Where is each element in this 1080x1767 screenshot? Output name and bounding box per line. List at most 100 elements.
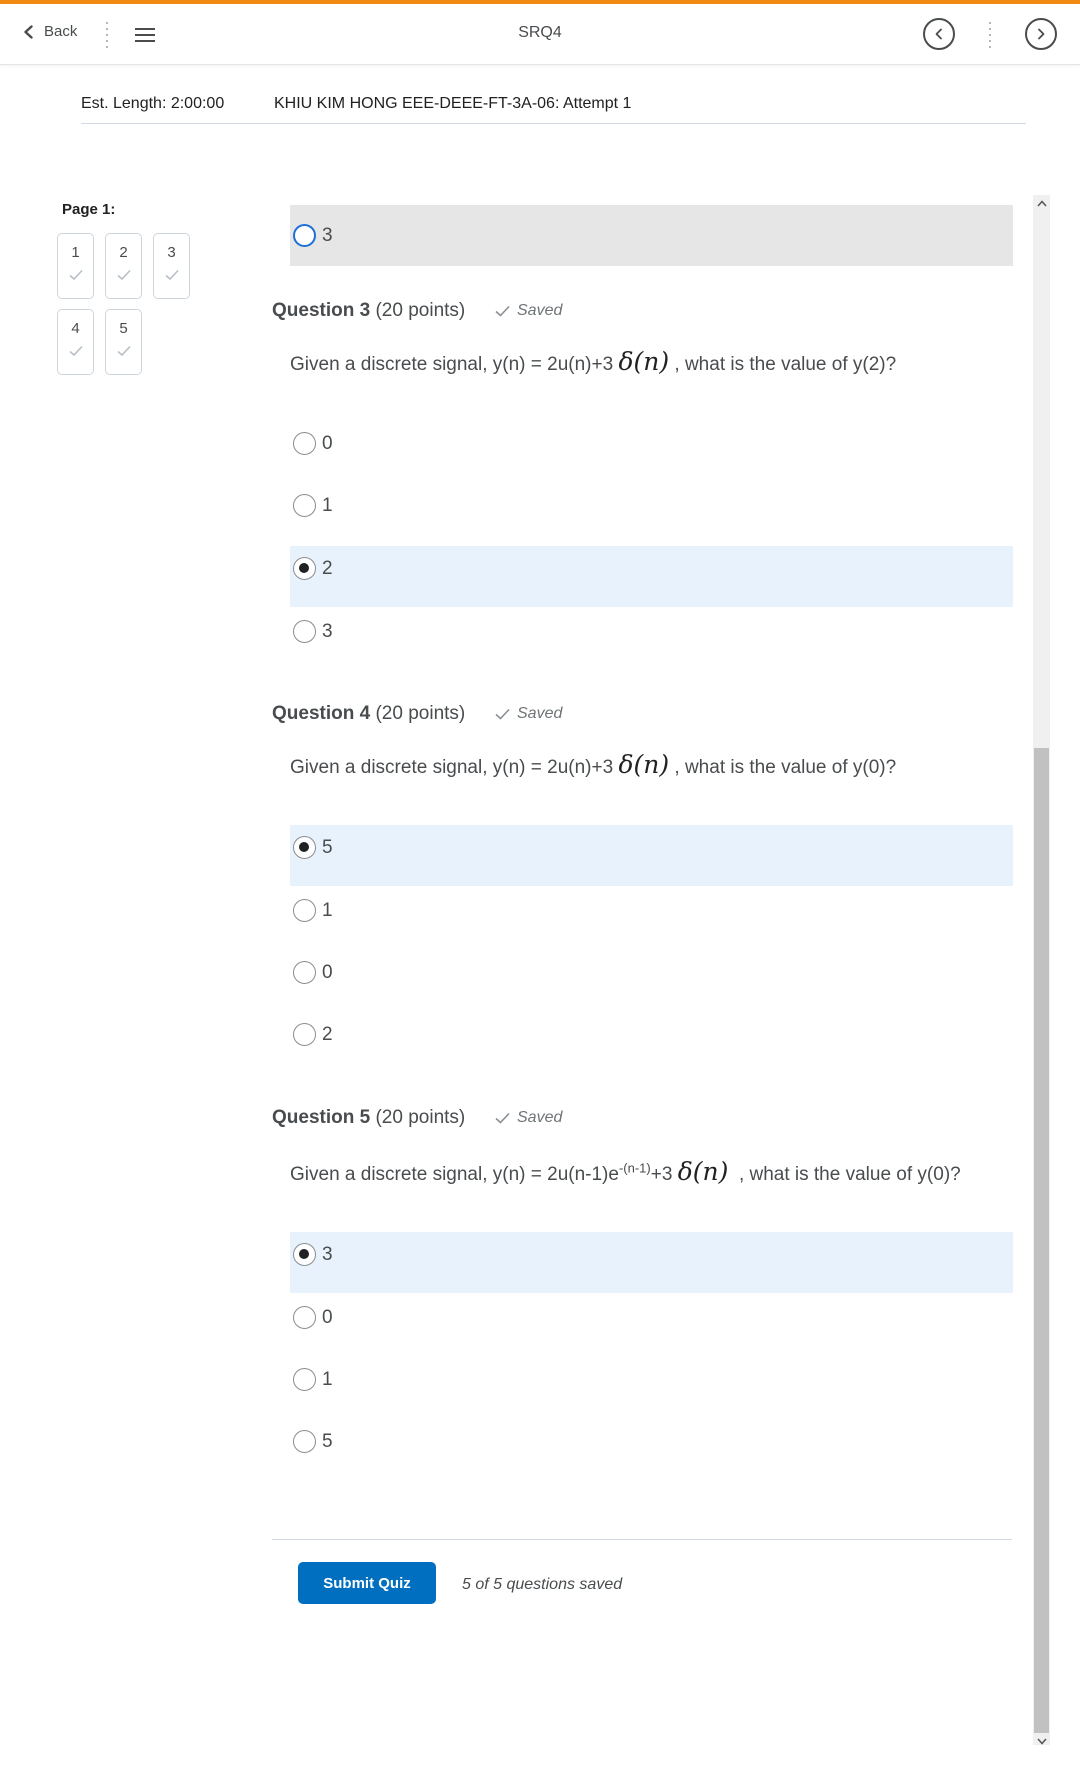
saved-label: Saved (517, 705, 563, 722)
question-nav-number: 4 (71, 320, 80, 337)
checkmark-icon (164, 269, 179, 281)
option-label: 0 (322, 433, 333, 454)
estimated-length: Est. Length: 2:00:00 (81, 95, 225, 112)
answer-option[interactable]: 1 (290, 475, 1013, 536)
saved-status: Saved (495, 302, 562, 320)
radio-button[interactable] (293, 1023, 316, 1046)
radio-button[interactable] (293, 224, 316, 247)
scrollbar-thumb[interactable] (1034, 748, 1049, 1733)
scroll-up-arrow-icon[interactable] (1033, 195, 1050, 211)
question-nav-3[interactable]: 3 (153, 233, 190, 299)
answer-option[interactable]: 1 (290, 1349, 1013, 1410)
next-page-button[interactable] (1025, 18, 1057, 50)
option-label: 0 (322, 1307, 333, 1328)
question-text: Given a discrete signal, y(n) = 2u(n)+3 … (290, 347, 896, 376)
radio-button[interactable] (293, 899, 316, 922)
radio-button[interactable] (293, 1306, 316, 1329)
radio-button[interactable] (293, 620, 316, 643)
divider-dots (988, 22, 992, 48)
question-nav-number: 1 (71, 244, 80, 261)
delta-function: δ(n) (677, 1157, 729, 1186)
delta-function: δ(n) (618, 750, 670, 779)
option-label: 2 (322, 1024, 333, 1045)
question-text-part: , what is the value of y(0)? (674, 757, 897, 778)
answer-option-selected[interactable]: 2 (290, 546, 1013, 607)
option-label: 1 (322, 1369, 333, 1390)
question-text-part: +3 (650, 1164, 673, 1185)
option-label: 2 (322, 558, 333, 579)
question-nav-5[interactable]: 5 (105, 309, 142, 375)
radio-button[interactable] (293, 432, 316, 455)
scroll-down-arrow-icon[interactable] (1033, 1733, 1050, 1749)
saved-label: Saved (517, 302, 563, 319)
saved-status: Saved (495, 705, 562, 723)
option-label: 1 (322, 900, 333, 921)
option-label: 3 (322, 1244, 333, 1265)
page-title: SRQ4 (518, 24, 562, 41)
submit-quiz-button[interactable]: Submit Quiz (298, 1562, 436, 1604)
answer-option-selected[interactable]: 5 (290, 825, 1013, 886)
top-navigation-bar: Back SRQ4 (0, 4, 1080, 65)
question-nav-2[interactable]: 2 (105, 233, 142, 299)
question-text-part: , what is the value of y(2)? (674, 354, 897, 375)
question-nav-number: 3 (167, 244, 176, 261)
question-heading: Question 4 (20 points) (272, 703, 465, 725)
chevron-right-icon (1038, 28, 1045, 40)
radio-button[interactable] (293, 494, 316, 517)
radio-button[interactable] (293, 1368, 316, 1391)
question-text-part: Given a discrete signal, y(n) = 2u(n-1)e (290, 1164, 619, 1185)
option-label: 0 (322, 962, 333, 983)
option-label: 5 (322, 1431, 333, 1452)
saved-status: Saved (495, 1109, 562, 1127)
checkmark-icon (495, 1112, 510, 1124)
question-points: (20 points) (375, 703, 466, 724)
checkmark-icon (495, 708, 510, 720)
answer-option[interactable]: 3 (290, 601, 1013, 662)
radio-button-checked[interactable] (293, 1243, 316, 1266)
questions-saved-status: 5 of 5 questions saved (462, 1576, 623, 1593)
answer-option[interactable]: 0 (290, 413, 1013, 474)
question-text-part: Given a discrete signal, y(n) = 2u(n)+3 (290, 354, 614, 375)
checkmark-icon (68, 345, 83, 357)
option-label: 5 (322, 837, 333, 858)
chevron-left-icon (935, 28, 942, 40)
answer-option[interactable]: 0 (290, 942, 1013, 1003)
answer-option[interactable]: 3 (290, 205, 1013, 266)
question-text-part: Given a discrete signal, y(n) = 2u(n)+3 (290, 757, 614, 778)
question-nav-4[interactable]: 4 (57, 309, 94, 375)
question-title: Question 5 (272, 1107, 371, 1128)
attempt-title: KHIU KIM HONG EEE-DEEE-FT-3A-06: Attempt… (274, 95, 632, 112)
question-heading: Question 3 (20 points) (272, 300, 465, 322)
question-nav-1[interactable]: 1 (57, 233, 94, 299)
question-title: Question 3 (272, 300, 371, 321)
option-label: 1 (322, 495, 333, 516)
exponent: -(n-1) (618, 1160, 651, 1176)
checkmark-icon (116, 345, 131, 357)
answer-option[interactable]: 2 (290, 1004, 1013, 1065)
question-text-part: , what is the value of y(0)? (738, 1164, 961, 1185)
question-text: Given a discrete signal, y(n) = 2u(n-1)e… (290, 1157, 961, 1186)
question-heading: Question 5 (20 points) (272, 1107, 465, 1129)
radio-button-checked[interactable] (293, 836, 316, 859)
delta-function: δ(n) (618, 347, 670, 376)
radio-button[interactable] (293, 961, 316, 984)
answer-option[interactable]: 1 (290, 880, 1013, 941)
option-label: 3 (322, 621, 333, 642)
footer-divider (272, 1539, 1012, 1540)
option-label: 3 (322, 225, 333, 246)
question-nav-number: 5 (119, 320, 128, 337)
answer-option[interactable]: 5 (290, 1411, 1013, 1472)
saved-label: Saved (517, 1109, 563, 1126)
header-divider (81, 123, 1026, 124)
answer-option[interactable]: 0 (290, 1287, 1013, 1348)
checkmark-icon (495, 305, 510, 317)
question-title: Question 4 (272, 703, 371, 724)
checkmark-icon (68, 269, 83, 281)
question-points: (20 points) (375, 1107, 466, 1128)
answer-option-selected[interactable]: 3 (290, 1232, 1013, 1293)
question-text: Given a discrete signal, y(n) = 2u(n)+3 … (290, 750, 896, 779)
radio-button-checked[interactable] (293, 557, 316, 580)
radio-button[interactable] (293, 1430, 316, 1453)
previous-page-button[interactable] (923, 18, 955, 50)
page-label: Page 1: (62, 201, 116, 218)
